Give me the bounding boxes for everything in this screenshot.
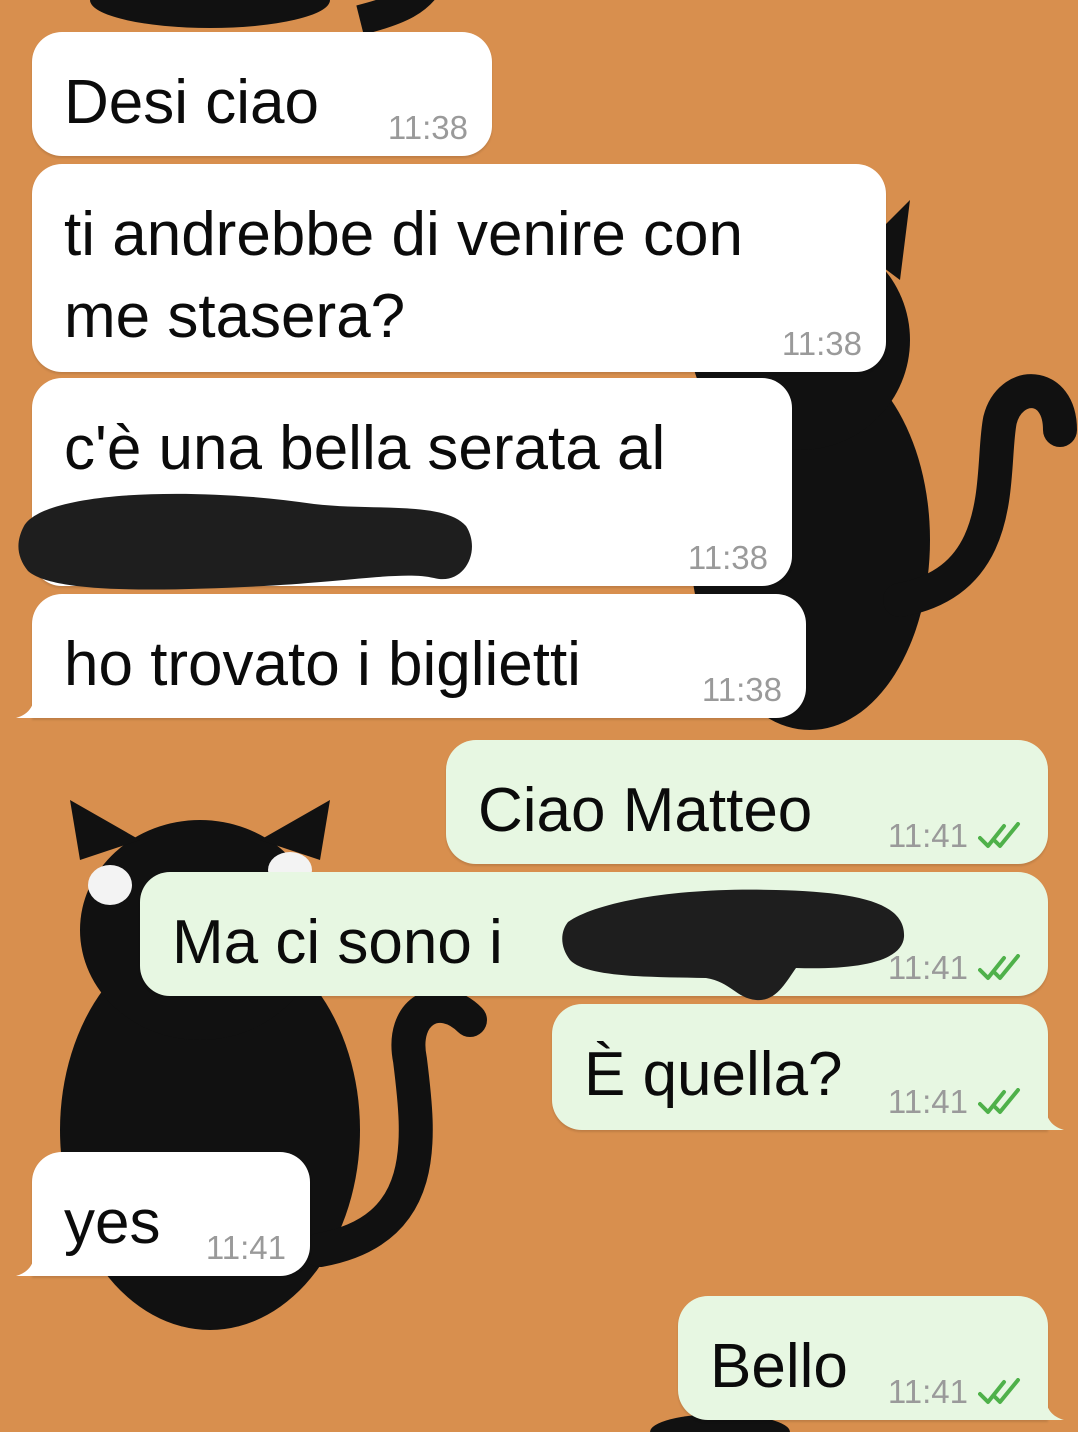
message-meta: 11:41 xyxy=(206,1228,286,1268)
message-text: Desi ciao xyxy=(64,68,319,137)
message-meta: 11:38 xyxy=(688,538,768,578)
double-check-icon xyxy=(978,1088,1020,1114)
message-time: 11:41 xyxy=(887,1083,968,1120)
message-meta: 11:38 xyxy=(388,108,468,148)
message-text: c'è una bella serata al xyxy=(64,414,666,483)
message-time: 11:41 xyxy=(887,817,968,854)
message-bubble-incoming[interactable]: Desi ciao 11:38 xyxy=(32,32,492,156)
message-bubble-incoming[interactable]: ho trovato i biglietti 11:38 xyxy=(16,594,806,718)
message-meta: 11:41 xyxy=(888,1082,1024,1122)
double-check-icon xyxy=(978,1378,1020,1404)
message-text: È quella? xyxy=(584,1040,843,1109)
bubble-tail xyxy=(16,688,52,718)
message-text: ti andrebbe di venire con xyxy=(64,200,744,269)
message-time: 11:38 xyxy=(781,325,862,362)
message-meta: 11:41 xyxy=(888,816,1024,856)
message-time: 11:38 xyxy=(701,671,782,708)
message-text: Ma ci sono i xyxy=(172,908,503,977)
message-meta: 11:38 xyxy=(782,324,862,364)
message-text: yes xyxy=(64,1188,161,1257)
message-bubble-incoming[interactable]: ti andrebbe di venire con me stasera? 11… xyxy=(32,164,886,372)
redaction-mark xyxy=(18,493,472,590)
message-time: 11:38 xyxy=(387,109,468,146)
message-time: 11:41 xyxy=(205,1229,286,1266)
message-text: Bello xyxy=(710,1332,848,1401)
message-bubble-outgoing[interactable]: È quella? 11:41 xyxy=(552,1004,1064,1130)
chat-thread[interactable]: Desi ciao 11:38 ti andrebbe di venire co… xyxy=(0,0,1078,1432)
double-check-icon xyxy=(978,954,1020,980)
redaction-mark xyxy=(562,889,905,1001)
message-text: me stasera? xyxy=(64,282,406,351)
message-meta: 11:38 xyxy=(702,670,782,710)
double-check-icon xyxy=(978,822,1020,848)
message-text: Ciao Matteo xyxy=(478,776,813,845)
bubble-tail xyxy=(1028,1390,1064,1420)
message-time: 11:38 xyxy=(687,539,768,576)
bubble-tail xyxy=(16,1246,52,1276)
message-bubble-incoming[interactable]: yes 11:41 xyxy=(16,1152,310,1276)
bubble-tail xyxy=(1028,1100,1064,1130)
message-text: ho trovato i biglietti xyxy=(64,630,581,699)
message-meta: 11:41 xyxy=(888,1372,1024,1412)
message-bubble-outgoing[interactable]: Ciao Matteo 11:41 xyxy=(446,740,1048,864)
message-time: 11:41 xyxy=(887,1373,968,1410)
message-bubble-outgoing[interactable]: Bello 11:41 xyxy=(678,1296,1064,1420)
